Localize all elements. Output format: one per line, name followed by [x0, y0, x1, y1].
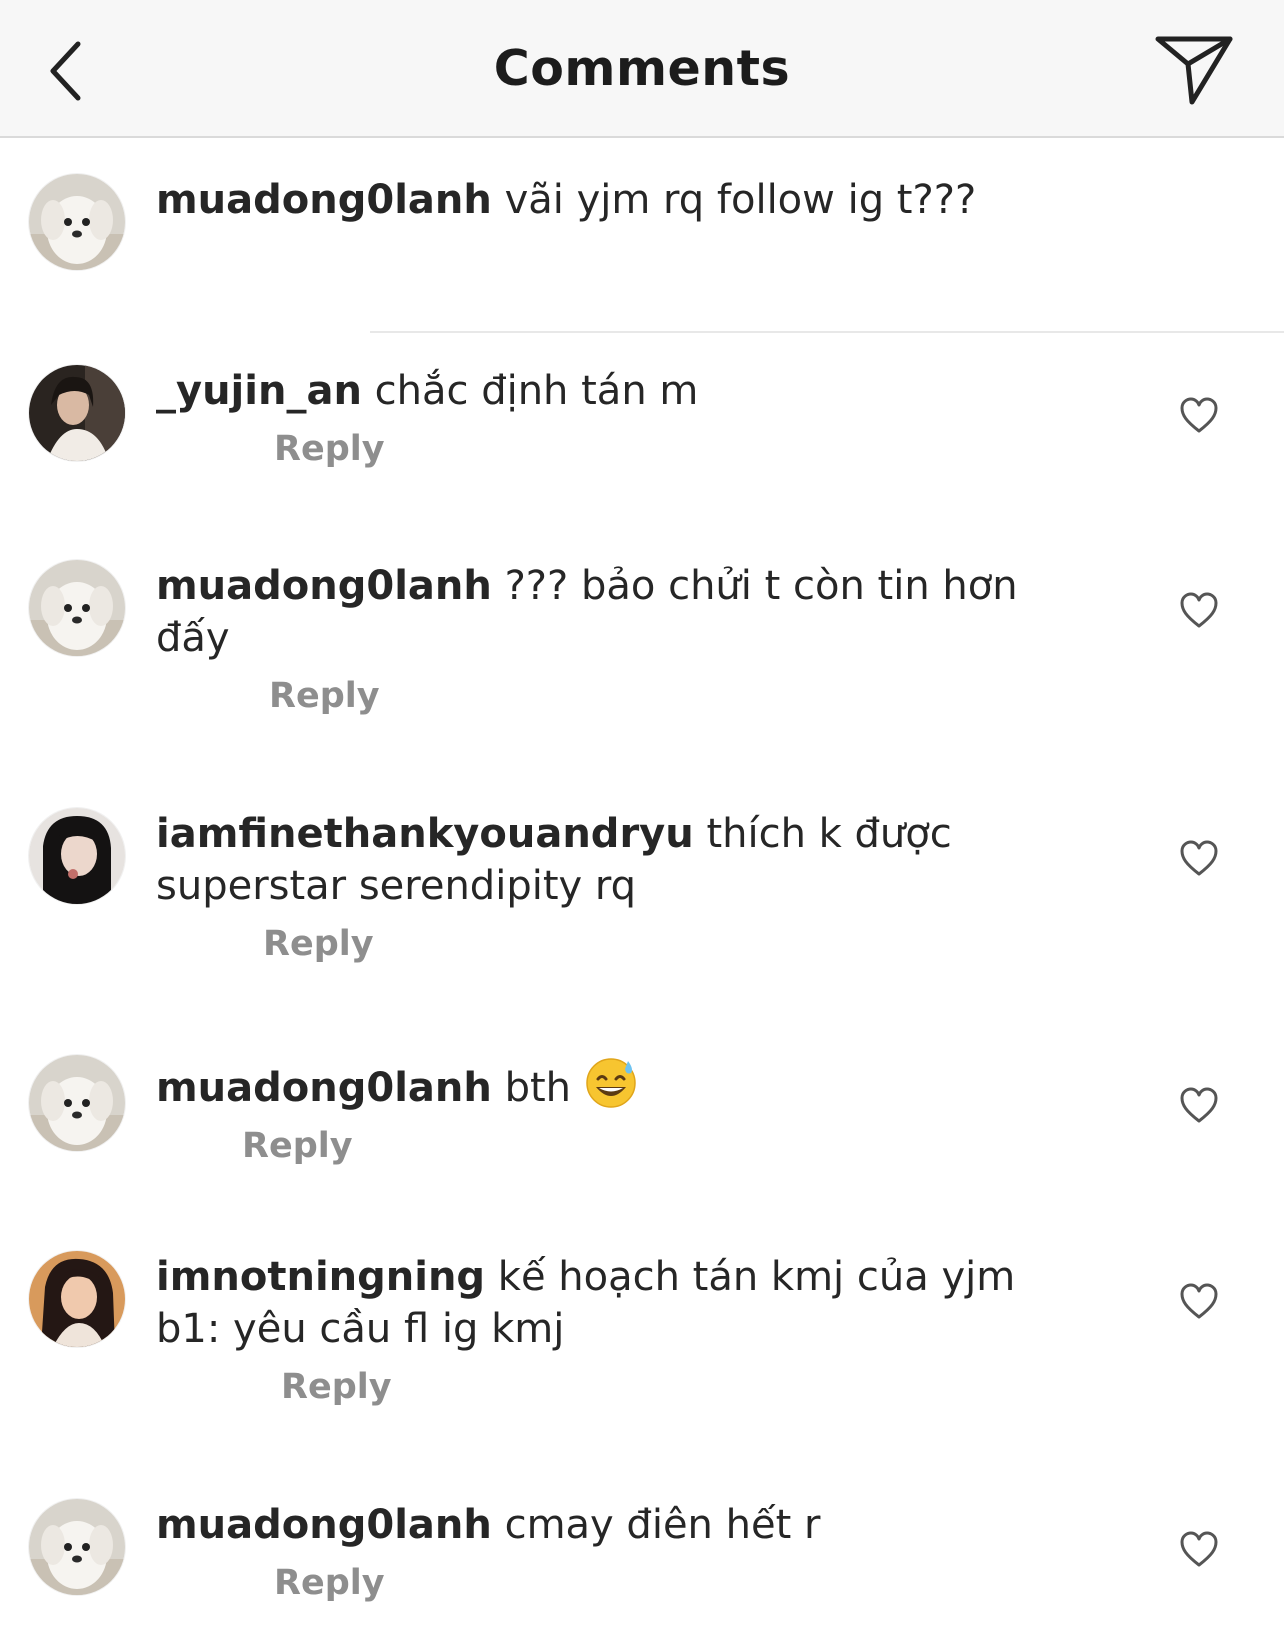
comment-body: imnotningning kế hoạch tán kmj của yjm b… [156, 1251, 1036, 1411]
username[interactable]: iamfinethankyouandryu [156, 811, 694, 857]
puppy-avatar-image [29, 174, 125, 270]
comment-body: muadong0lanh ??? bảo chửi t còn tin hơn … [156, 560, 1036, 720]
username[interactable]: muadong0lanh [156, 563, 492, 609]
heart-icon[interactable] [1178, 395, 1220, 435]
avatar[interactable] [29, 1499, 125, 1595]
share-button[interactable] [1152, 34, 1236, 110]
puppy-avatar-image [29, 1499, 125, 1595]
reply-button[interactable]: Reply [269, 674, 380, 718]
username[interactable]: _yujin_an [156, 368, 362, 414]
comment-body: muadong0lanh bth Reply [156, 1055, 1036, 1170]
reply-button[interactable]: Reply [242, 1124, 353, 1168]
heart-icon[interactable] [1178, 1085, 1220, 1125]
avatar[interactable] [29, 365, 125, 461]
comment-text: bth [504, 1065, 572, 1111]
reply-button[interactable]: Reply [281, 1365, 392, 1409]
username[interactable]: muadong0lanh [156, 1065, 492, 1111]
avatar[interactable] [29, 1251, 125, 1347]
reply-button[interactable]: Reply [274, 427, 385, 471]
comment-text: cmay điên hết r [504, 1502, 821, 1548]
comment-body: muadong0lanh cmay điên hết r Reply [156, 1499, 1036, 1607]
dark-portrait-avatar-image [29, 808, 125, 904]
reply-button[interactable]: Reply [274, 1561, 385, 1605]
username[interactable]: imnotningning [156, 1254, 485, 1300]
avatar[interactable] [29, 560, 125, 656]
reply-button[interactable]: Reply [263, 922, 374, 966]
heart-icon[interactable] [1178, 838, 1220, 878]
username[interactable]: muadong0lanh [156, 1502, 492, 1548]
avatar[interactable] [29, 808, 125, 904]
comment-text: chắc định tán m [374, 368, 699, 414]
puppy-avatar-image [29, 560, 125, 656]
username[interactable]: muadong0lanh [156, 177, 492, 223]
warm-portrait-avatar-image [29, 1251, 125, 1347]
caption-text: vãi yjm rq follow ig t??? [504, 177, 977, 223]
header-bar: Comments [0, 0, 1284, 138]
grinning-sweat-emoji [585, 1058, 636, 1108]
heart-icon[interactable] [1178, 1529, 1220, 1569]
comment-body: _yujin_an chắc định tán m Reply [156, 365, 1036, 473]
avatar[interactable] [29, 174, 125, 270]
page-title: Comments [493, 40, 791, 97]
dark-portrait-avatar-image [29, 365, 125, 461]
caption-body: muadong0lanh vãi yjm rq follow ig t??? [156, 174, 1036, 226]
divider [370, 331, 1284, 333]
paper-plane-icon [1155, 36, 1233, 105]
puppy-avatar-image [29, 1055, 125, 1151]
heart-icon[interactable] [1178, 590, 1220, 630]
heart-icon[interactable] [1178, 1281, 1220, 1321]
avatar[interactable] [29, 1055, 125, 1151]
comment-body: iamfinethankyouandryu thích k được super… [156, 808, 1036, 968]
